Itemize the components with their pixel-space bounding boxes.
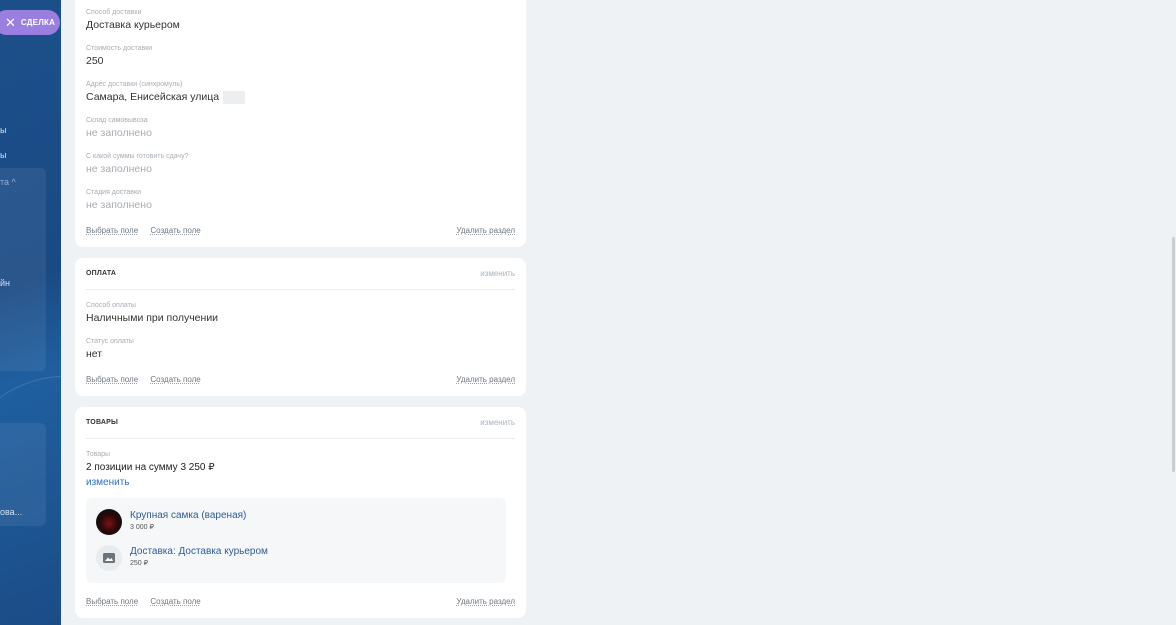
products-section: ТОВАРЫ изменить Товары 2 позиции на сумм… [75,407,526,618]
products-summary: 2 позиции на сумму 3 250 ₽ [86,462,215,473]
choose-field-link[interactable]: Выбрать поле [86,597,138,606]
field-products: Товары 2 позиции на сумму 3 250 ₽ измени… [86,451,215,490]
payment-section: ОПЛАТА изменить Способ оплаты Наличными … [75,258,526,396]
section-footer: Выбрать поле Создать поле Удалить раздел [86,226,515,235]
choose-field-link[interactable]: Выбрать поле [86,226,138,235]
create-field-link[interactable]: Создать поле [150,597,200,606]
sidebar-panel [0,168,46,371]
sidebar-item[interactable]: ы [0,125,6,135]
scrollbar[interactable] [1171,0,1176,625]
picture-icon [103,553,115,563]
section-header: ОПЛАТА изменить [86,258,515,290]
product-photo [96,509,122,535]
field-pickup-warehouse[interactable]: Склад самовывоза не заполнено [75,116,163,141]
section-edit-link[interactable]: изменить [480,269,515,278]
product-name[interactable]: Доставка: Доставка курьером [130,545,268,558]
deal-close-button[interactable]: ✕ СДЕЛКА [0,10,60,35]
field-delivery-method[interactable]: Способ доставки Доставка курьером [75,8,191,33]
list-item[interactable]: Крупная самка (вареная) 3 000 ₽ [96,509,246,535]
sidebar-item[interactable]: йн [0,278,10,288]
products-list: Крупная самка (вареная) 3 000 ₽ Доставка… [86,498,506,583]
field-payment-method[interactable]: Способ оплаты Наличными при получении [75,301,229,326]
section-edit-link[interactable]: изменить [480,418,515,427]
section-footer: Выбрать поле Создать поле Удалить раздел [86,375,515,384]
section-footer: Выбрать поле Создать поле Удалить раздел [86,597,515,606]
field-payment-status[interactable]: Статус оплаты нет [75,337,145,362]
product-price: 250 ₽ [130,560,149,567]
field-change-amount[interactable]: С какой суммы готовить сдачу? не заполне… [75,152,199,177]
delivery-section: Способ доставки Доставка курьером Стоимо… [75,0,526,247]
section-title: ОПЛАТА [86,270,117,277]
field-delivery-address[interactable]: Адрес доставки (синхромуль) Самара, Енис… [75,80,256,105]
delete-section-link[interactable]: Удалить раздел [456,597,515,606]
delete-section-link[interactable]: Удалить раздел [456,375,515,384]
products-edit-link[interactable]: изменить [86,475,215,490]
section-header: ТОВАРЫ изменить [86,407,515,439]
list-item[interactable]: Доставка: Доставка курьером 250 ₽ [96,545,268,571]
field-delivery-stage[interactable]: Стадия доставки не заполнено [75,188,163,213]
create-field-link[interactable]: Создать поле [150,226,200,235]
product-name[interactable]: Крупная самка (вареная) [130,509,246,522]
sidebar-item[interactable]: ова... [0,507,22,517]
section-title: ТОВАРЫ [86,419,119,426]
image-placeholder-icon [96,545,122,571]
sidebar-item[interactable]: та ^ [0,177,16,187]
field-delivery-cost[interactable]: Стоимость доставки 250 [75,44,163,69]
delete-section-link[interactable]: Удалить раздел [456,226,515,235]
product-price: 3 000 ₽ [130,524,154,531]
sidebar-item[interactable]: ы [0,150,6,160]
left-sidebar: ✕ СДЕЛКА ы ы та ^ йн ова... [0,0,61,625]
deal-button-label: СДЕЛКА [20,18,56,27]
close-icon[interactable]: ✕ [5,16,16,29]
choose-field-link[interactable]: Выбрать поле [86,375,138,384]
blurred-address [223,90,246,104]
scrollbar-thumb[interactable] [1172,237,1175,472]
create-field-link[interactable]: Создать поле [150,375,200,384]
main-content: Способ доставки Доставка курьером Стоимо… [61,0,1172,625]
